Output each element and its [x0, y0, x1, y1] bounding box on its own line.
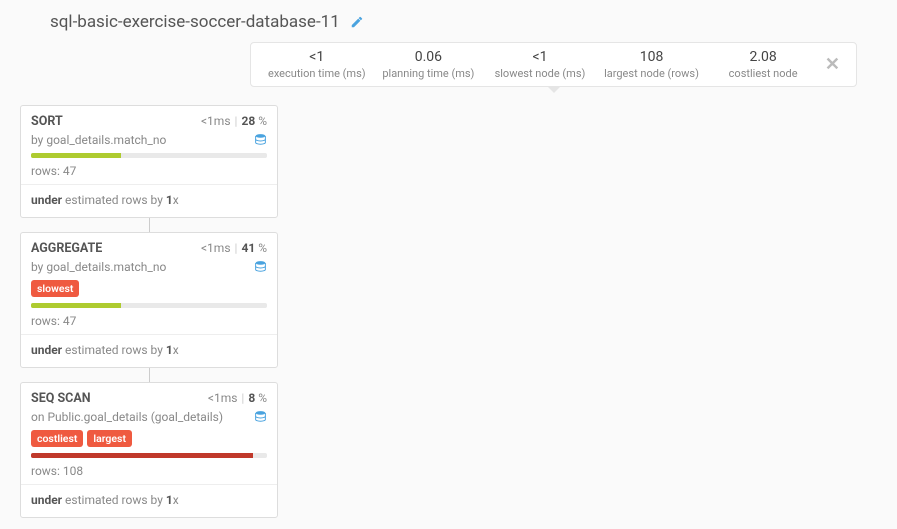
node-title: AGGREGATE: [31, 241, 102, 256]
node-detail: by goal_details.match_no: [31, 260, 166, 274]
node-detail: on Public.goal_details (goal_details): [31, 410, 223, 424]
rows-line: rows: 47: [21, 158, 277, 185]
tag-slowest: slowest: [31, 280, 79, 297]
node-tags: slowest: [21, 280, 277, 303]
node-tags: costliest largest: [21, 430, 277, 453]
close-icon[interactable]: ✕: [819, 54, 846, 75]
node-title: SEQ SCAN: [31, 391, 91, 406]
page-title: sql-basic-exercise-soccer-database-11: [50, 12, 340, 32]
stat-slowest-node: <1 slowest node (ms): [484, 49, 596, 80]
stats-bar: <1 execution time (ms) 0.06 planning tim…: [250, 42, 857, 87]
stat-planning-time: 0.06 planning time (ms): [373, 49, 485, 80]
stat-execution-time: <1 execution time (ms): [261, 49, 373, 80]
stat-costliest-node: 2.08 costliest node: [707, 49, 819, 80]
rows-line: rows: 108: [21, 458, 277, 485]
database-icon: [254, 410, 267, 424]
tag-largest: largest: [87, 430, 132, 447]
plan-node-sort[interactable]: SORT <1ms|28 % by goal_details.match_no …: [20, 105, 278, 218]
stat-largest-node: 108 largest node (rows): [596, 49, 708, 80]
node-connector: [149, 368, 150, 382]
plan-node-seqscan[interactable]: SEQ SCAN <1ms|8 % on Public.goal_details…: [20, 382, 278, 518]
node-metrics: <1ms|28 %: [201, 114, 267, 128]
estimate-line: under estimated rows by 1x: [21, 185, 277, 217]
node-connector: [149, 218, 150, 232]
database-icon: [254, 260, 267, 274]
edit-icon[interactable]: [350, 15, 364, 29]
node-detail: by goal_details.match_no: [31, 133, 166, 147]
rows-line: rows: 47: [21, 308, 277, 335]
node-metrics: <1ms|41 %: [201, 241, 267, 255]
database-icon: [254, 133, 267, 147]
estimate-line: under estimated rows by 1x: [21, 485, 277, 517]
estimate-line: under estimated rows by 1x: [21, 335, 277, 367]
plan-node-aggregate[interactable]: AGGREGATE <1ms|41 % by goal_details.matc…: [20, 232, 278, 368]
tag-costliest: costliest: [31, 430, 83, 447]
node-title: SORT: [31, 114, 63, 129]
node-metrics: <1ms|8 %: [208, 391, 267, 405]
